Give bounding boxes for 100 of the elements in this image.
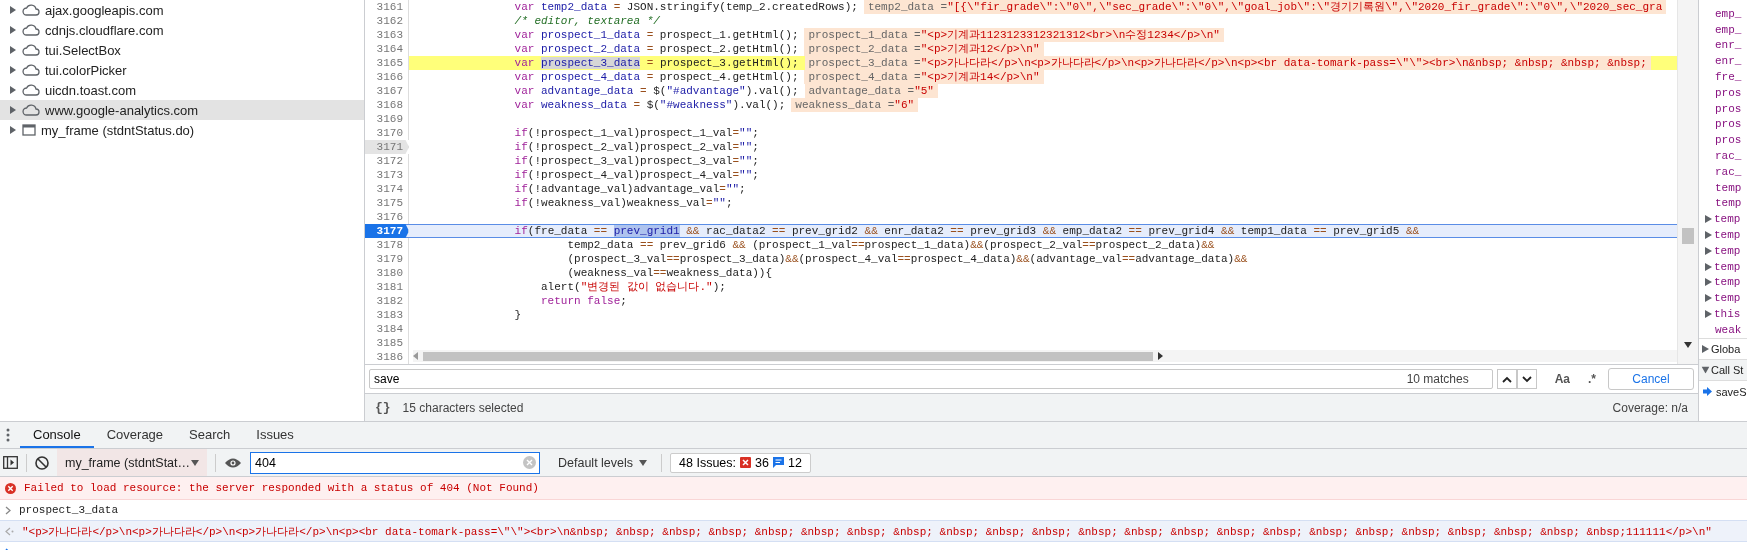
code-line: if(!prospect_2_val)prospect_2_val=""; xyxy=(513,140,759,154)
variable-name[interactable]: temp xyxy=(1714,260,1741,273)
expand-triangle-icon[interactable] xyxy=(9,6,17,14)
expand-triangle-icon[interactable] xyxy=(1705,262,1712,271)
code-line: alert("변경된 값이 없습니다."); xyxy=(540,280,726,294)
code-line: /* editor, textarea */ xyxy=(513,14,660,28)
console-result: "<p>가나다라</p>\n<p>가나다라</p>\n<p>가나다라</p>\n<p><br data-tomark-pass=\"\"><br>\n&nbsp; &nbsp; &nbsp; &nbsp; &nbsp; &nbsp; &nbsp; &nbsp; &nbsp; &nbsp; &nbsp; &nbsp; &nbsp; &nbsp; &nbsp; &nbsp; &nbsp; &nbsp; &nbsp; &nbsp; &nbsp; &nbsp; &nbsp;111111</p>\n" xyxy=(22,524,1712,539)
clear-console-icon[interactable] xyxy=(35,455,49,470)
vertical-scrollbar[interactable] xyxy=(1677,0,1698,364)
variable-name[interactable]: pros xyxy=(1715,118,1742,131)
expand-triangle-icon[interactable] xyxy=(9,106,17,114)
file-tree-item[interactable]: uicdn.toast.com xyxy=(0,80,364,100)
code-line: if(!prospect_1_val)prospect_1_val=""; xyxy=(513,126,759,140)
expand-triangle-icon[interactable] xyxy=(9,26,17,34)
file-tree-item[interactable]: ajax.googleapis.com xyxy=(0,0,364,20)
drawer-tab[interactable]: Coverage xyxy=(93,422,177,448)
variable-name[interactable]: this xyxy=(1714,308,1741,321)
code-line: (prospect_3_val==prospect_3_data)&&(prospect_4_val==prospect_4_data)&&(advantage_val==advantage_data)&& xyxy=(566,252,1248,266)
expand-triangle-icon[interactable] xyxy=(1701,366,1710,374)
inline-value: prospect_4_data ="<p>기계과14</p>\n" xyxy=(804,70,1044,84)
cancel-button[interactable]: Cancel xyxy=(1608,368,1694,390)
code-line: var prospect_3_data = prospect_3.getHtml(); xyxy=(513,56,799,70)
expand-triangle-icon[interactable] xyxy=(1705,310,1712,319)
file-tree-item[interactable]: tui.SelectBox xyxy=(0,40,364,60)
variable-name[interactable]: temp xyxy=(1714,213,1741,226)
variable-name[interactable]: temp xyxy=(1714,292,1741,305)
variable-name[interactable]: fre_ xyxy=(1715,71,1742,84)
variable-name[interactable]: temp xyxy=(1714,276,1741,289)
expand-triangle-icon[interactable] xyxy=(1702,344,1709,353)
scrollbar-thumb[interactable] xyxy=(1682,228,1694,244)
variable-name[interactable]: rac_ xyxy=(1715,165,1742,178)
variable-name[interactable]: temp xyxy=(1714,244,1741,257)
line-number[interactable]: 3171 xyxy=(365,140,409,154)
file-tree-item[interactable]: www.google-analytics.com xyxy=(0,100,364,120)
next-match-button[interactable] xyxy=(1516,369,1537,389)
code-line: } xyxy=(513,308,522,322)
inline-value: prospect_1_data ="<p>기계과1123123312321312<br>\n수정1234</p>\n" xyxy=(804,28,1224,42)
previous-match-button[interactable] xyxy=(1496,369,1517,389)
scroll-down-icon[interactable] xyxy=(1684,342,1692,348)
scroll-left-icon[interactable] xyxy=(413,352,419,360)
pretty-print-button[interactable]: {} xyxy=(375,400,391,415)
drawer-tab[interactable]: Issues xyxy=(243,422,307,448)
coverage-status: Coverage: n/a xyxy=(1612,400,1688,415)
line-number[interactable]: 3165 xyxy=(365,56,409,70)
expand-triangle-icon[interactable] xyxy=(9,46,17,54)
code-line: if(!advantage_val)advantage_val=""; xyxy=(513,182,746,196)
variable-name[interactable]: pros xyxy=(1715,102,1742,115)
variable-name[interactable]: temp xyxy=(1714,229,1741,242)
match-case-toggle[interactable]: Aa xyxy=(1548,372,1576,386)
variable-name[interactable]: enr_ xyxy=(1715,55,1742,68)
error-message: Failed to load resource: the server responded with a status of 404 (Not Found) xyxy=(24,482,539,494)
filter-field[interactable]: 404 xyxy=(250,451,540,474)
more-options-icon[interactable] xyxy=(6,428,10,442)
variable-name[interactable]: rac_ xyxy=(1715,150,1742,163)
variable-name[interactable]: emp_ xyxy=(1715,7,1742,20)
horizontal-scrollbar[interactable] xyxy=(413,350,1677,362)
expand-triangle-icon[interactable] xyxy=(9,86,17,94)
line-number[interactable]: 3177 xyxy=(365,224,409,238)
chevron-up-icon xyxy=(1501,375,1512,383)
error-icon xyxy=(5,482,16,494)
expand-triangle-icon[interactable] xyxy=(9,66,17,74)
scope-section-header[interactable]: Globa xyxy=(1711,342,1741,355)
code-line: if(!prospect_3_val)prospect_3_val=""; xyxy=(513,154,759,168)
file-tree-item[interactable]: cdnjs.cloudflare.com xyxy=(0,20,364,40)
issues-button[interactable]: 48 Issues: 36 12 xyxy=(670,452,811,473)
variable-name[interactable]: temp xyxy=(1715,181,1742,194)
console-command-text: prospect_3_data xyxy=(19,504,119,516)
file-tree-item[interactable]: my_frame (stdntStatus.do) xyxy=(0,120,364,140)
expand-triangle-icon[interactable] xyxy=(1705,278,1712,287)
expand-triangle-icon[interactable] xyxy=(9,126,17,134)
code-line: var prospect_2_data = prospect_2.getHtml(); xyxy=(513,42,799,56)
file-tree-item[interactable]: tui.colorPicker xyxy=(0,60,364,80)
context-select[interactable]: my_frame (stdntStat… xyxy=(57,449,207,476)
inline-value: advantage_data ="5" xyxy=(804,84,938,98)
frame-icon xyxy=(22,124,36,136)
regex-toggle[interactable]: .* xyxy=(1582,372,1602,386)
variable-name[interactable]: pros xyxy=(1715,86,1742,99)
scrollbar-thumb[interactable] xyxy=(423,351,1153,361)
expand-triangle-icon[interactable] xyxy=(1705,246,1712,255)
log-levels-dropdown[interactable]: Default levels xyxy=(552,454,654,471)
variable-name[interactable]: enr_ xyxy=(1715,39,1742,52)
dropdown-caret-icon xyxy=(191,459,199,466)
eye-icon[interactable] xyxy=(224,456,242,469)
expand-triangle-icon[interactable] xyxy=(1705,231,1712,240)
expand-triangle-icon[interactable] xyxy=(1705,215,1712,224)
drawer-tab[interactable]: Search xyxy=(176,422,244,448)
code-line: if(fre_data == prev_grid1 && rac_data2 == prev_grid2 && enr_data2 == prev_grid3 && emp_data2 == prev_grid4 && temp1_data == prev_grid5 && xyxy=(513,224,1420,238)
cloud-icon xyxy=(22,44,40,56)
code-line: var prospect_1_data = prospect_1.getHtml(); xyxy=(513,28,799,42)
variable-name[interactable]: weak xyxy=(1715,323,1742,336)
variable-name[interactable]: pros xyxy=(1715,134,1742,147)
inline-value: weakness_data ="6" xyxy=(791,98,919,112)
sidebar-toggle-icon[interactable] xyxy=(3,456,18,469)
expand-triangle-icon[interactable] xyxy=(1705,294,1712,303)
variable-name[interactable]: emp_ xyxy=(1715,23,1742,36)
call-frame[interactable]: saveS xyxy=(1716,385,1747,398)
scroll-right-icon[interactable] xyxy=(1157,352,1163,360)
code-line: temp2_data == prev_grid6 && (prospect_1_val==prospect_1_data)&&(prospect_2_val==prospect_2_data)&& xyxy=(566,238,1215,252)
variable-name[interactable]: temp xyxy=(1715,197,1742,210)
code-line: var temp2_data = JSON.stringify(temp_2.createdRows); xyxy=(513,0,858,14)
